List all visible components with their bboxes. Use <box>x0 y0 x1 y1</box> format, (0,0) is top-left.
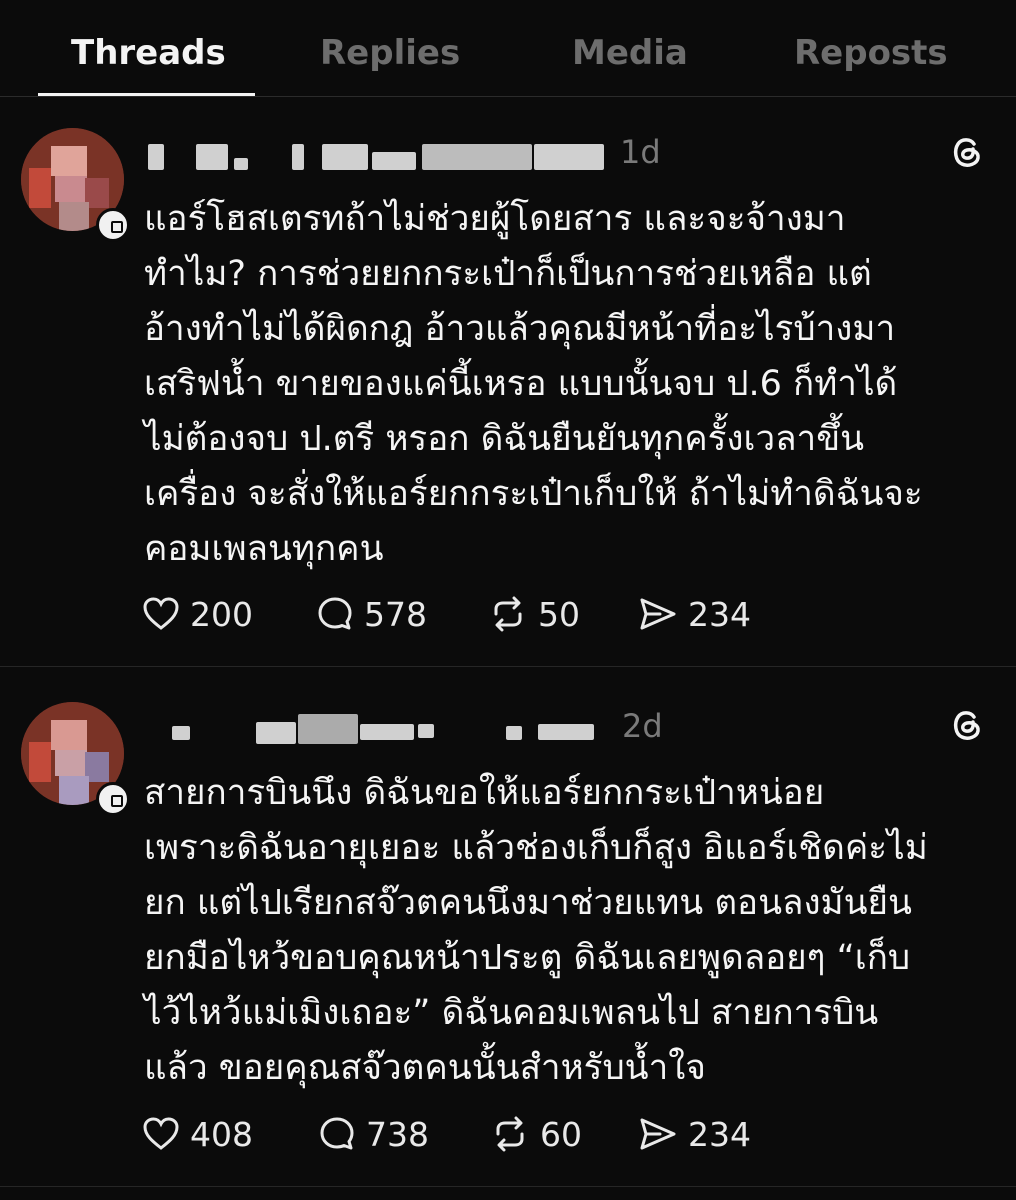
comment-icon <box>318 597 352 630</box>
post-actions: 408 738 60 234 <box>140 1112 800 1156</box>
heart-icon <box>143 1117 179 1150</box>
like-count: 408 <box>190 1114 253 1154</box>
tab-threads[interactable]: Threads <box>71 28 226 78</box>
threads-logo-icon[interactable] <box>947 704 987 744</box>
tab-replies[interactable]: Replies <box>320 28 460 78</box>
heart-icon <box>143 597 179 630</box>
share-count: 234 <box>688 1114 751 1154</box>
share-count: 234 <box>688 594 751 634</box>
repost-button[interactable]: 50 <box>486 592 580 636</box>
follow-badge-icon[interactable] <box>96 208 130 242</box>
like-count: 200 <box>190 594 253 634</box>
post-timestamp: 1d <box>620 133 661 171</box>
thread-post[interactable]: 2d สายการบินนึง ดิฉันขอให้แอร์ยกกระเป๋าห… <box>0 668 1016 1200</box>
post-divider <box>0 666 1016 667</box>
reply-count: 738 <box>366 1114 429 1154</box>
share-button[interactable]: 234 <box>636 1112 751 1156</box>
username-redacted[interactable] <box>146 136 606 170</box>
post-divider <box>0 1186 1016 1187</box>
post-body: แอร์โฮสเตรทถ้าไม่ช่วยผู้โดยสาร และจะจ้าง… <box>144 199 923 569</box>
like-button[interactable]: 408 <box>140 1112 253 1156</box>
tab-reposts[interactable]: Reposts <box>794 28 948 78</box>
repost-button[interactable]: 60 <box>488 1112 582 1156</box>
repost-icon <box>496 1116 524 1152</box>
share-button[interactable]: 234 <box>636 592 751 636</box>
send-icon <box>640 1118 676 1150</box>
post-timestamp: 2d <box>622 707 663 745</box>
post-actions: 200 578 50 234 <box>140 592 800 636</box>
comment-icon <box>320 1117 354 1150</box>
like-button[interactable]: 200 <box>140 592 253 636</box>
reply-button[interactable]: 738 <box>316 1112 429 1156</box>
tab-media[interactable]: Media <box>572 28 688 78</box>
username-redacted[interactable] <box>146 710 606 744</box>
threads-logo-icon[interactable] <box>947 131 987 171</box>
profile-tabs: Threads Replies Media Reposts <box>0 0 1016 97</box>
follow-badge-icon[interactable] <box>96 782 130 816</box>
reply-count: 578 <box>364 594 427 634</box>
repost-count: 50 <box>538 594 580 634</box>
reply-button[interactable]: 578 <box>314 592 427 636</box>
send-icon <box>640 598 676 630</box>
repost-count: 60 <box>540 1114 582 1154</box>
active-tab-indicator <box>38 93 255 96</box>
repost-icon <box>494 596 522 632</box>
post-body: สายการบินนึง ดิฉันขอให้แอร์ยกกระเป๋าหน่อ… <box>144 773 928 1088</box>
thread-post[interactable]: 1d แอร์โฮสเตรทถ้าไม่ช่วยผู้โดยสาร และจะจ… <box>0 100 1016 666</box>
